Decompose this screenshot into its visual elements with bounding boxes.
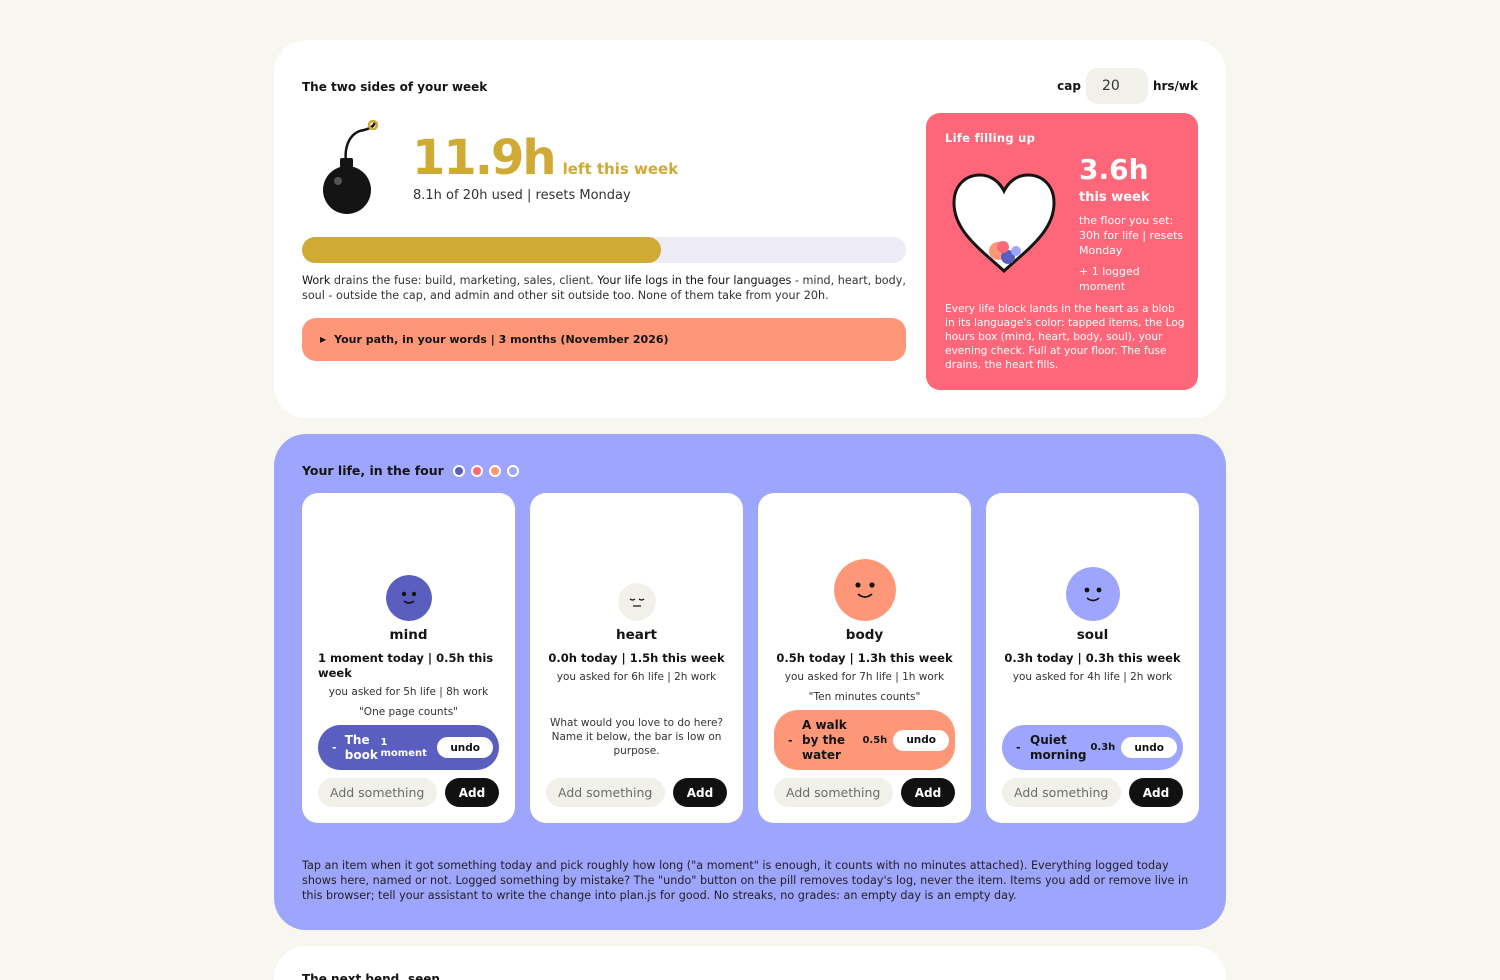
mind-asked: you asked for 5h life | 8h work	[328, 686, 489, 698]
fuse-explainer: Work drains the fuse: build, marketing, …	[302, 274, 906, 302]
explain-life: Your life logs in the four languages	[597, 274, 792, 287]
heart-add-row: Add	[546, 778, 727, 807]
life-week-label: this week	[1079, 190, 1150, 205]
heart-add-input[interactable]	[546, 778, 665, 807]
language-card-body: body 0.5h today | 1.3h this week you ask…	[758, 493, 971, 823]
caret-right-icon: ▶	[320, 335, 327, 344]
hours-left: 11.9h left this week	[412, 130, 678, 186]
explain-work: Work	[302, 274, 331, 287]
life-logged: + 1 logged moment	[1079, 265, 1140, 293]
bomb-icon	[323, 119, 379, 214]
mind-face-icon	[385, 575, 432, 621]
cap-control: cap hrs/wk	[1057, 68, 1198, 104]
mind-item-pill[interactable]: - The book 1 moment undo	[318, 725, 499, 770]
life-title: Life filling up	[945, 131, 1036, 145]
week-card: The two sides of your week cap hrs/wk 11…	[274, 40, 1226, 418]
hours-left-value: 11.9h	[412, 130, 557, 186]
mind-add-button[interactable]: Add	[445, 778, 499, 807]
mind-dot	[452, 464, 465, 477]
body-stats: 0.5h today | 1.3h this week	[776, 651, 953, 665]
language-cards: mind 1 moment today | 0.5h this week you…	[302, 493, 1199, 823]
body-quote: "Ten minutes counts"	[808, 691, 921, 703]
heart-dot	[470, 464, 483, 477]
mind-add-row: Add	[318, 778, 499, 807]
soul-asked: you asked for 4h life | 2h work	[1012, 671, 1173, 683]
heart-icon	[952, 173, 1056, 274]
body-item-pill[interactable]: - A walk by the water 0.5h undo	[774, 710, 955, 770]
heart-add-button[interactable]: Add	[673, 778, 727, 807]
mind-item-amount: 1 moment	[380, 736, 427, 759]
soul-add-row: Add	[1002, 778, 1183, 807]
body-undo-button[interactable]: undo	[893, 729, 949, 751]
life-floor: the floor you set: 30h for life | resets…	[1079, 214, 1184, 257]
minus-icon: -	[1016, 741, 1021, 754]
body-dot	[488, 464, 501, 477]
fuse-progress-fill	[302, 237, 662, 263]
soul-item-pill[interactable]: - Quiet morning 0.3h undo	[1002, 725, 1183, 770]
hours-left-label: left this week	[562, 160, 679, 178]
body-item-amount: 0.5h	[862, 734, 888, 746]
soul-name: soul	[1076, 627, 1109, 643]
soul-item-amount: 0.3h	[1090, 742, 1116, 753]
language-card-heart: heart 0.0h today | 1.5h this week you as…	[530, 493, 743, 823]
body-item-name: A walk by the water	[802, 717, 847, 762]
soul-stats: 0.3h today | 0.3h this week	[1004, 651, 1181, 665]
mind-quote: "One page counts"	[358, 706, 459, 718]
life-description: Every life block lands in the heart as a…	[945, 303, 1185, 371]
soul-item-name: Quiet morning	[1030, 732, 1087, 762]
mind-add-input[interactable]	[318, 778, 437, 807]
cap-input[interactable]	[1085, 68, 1148, 104]
mind-name: mind	[389, 627, 428, 643]
four-explainer: Tap an item when it got something today …	[302, 859, 1189, 902]
soul-face-icon	[1065, 567, 1120, 621]
path-label: Your path, in your words | 3 months (Nov…	[334, 333, 669, 346]
used-text: 8.1h of 20h used | resets Monday	[413, 188, 631, 203]
next-bend-title: The next bend, seen	[302, 972, 440, 980]
body-asked: you asked for 7h life | 1h work	[784, 671, 945, 683]
life-panel: Life filling up 3.6h this week the floor…	[926, 113, 1198, 390]
heart-name: heart	[616, 627, 657, 643]
body-add-button[interactable]: Add	[901, 778, 955, 807]
heart-asked: you asked for 6h life | 2h work	[556, 671, 717, 683]
heart-prompt: What would you love to do here? Name it …	[549, 717, 724, 757]
minus-icon: -	[332, 741, 337, 754]
body-name: body	[845, 627, 884, 643]
mind-item-name: The book	[344, 732, 378, 762]
language-dots	[452, 464, 519, 477]
four-languages-card: Your life, in the four mind 1 moment tod…	[274, 434, 1226, 930]
language-card-mind: mind 1 moment today | 0.5h this week you…	[302, 493, 515, 823]
heart-face-icon	[617, 583, 656, 621]
soul-add-input[interactable]	[1002, 778, 1121, 807]
week-title: The two sides of your week	[302, 80, 488, 94]
soul-undo-button[interactable]: undo	[1121, 737, 1177, 758]
next-bend-card: The next bend, seen	[274, 946, 1226, 980]
fuse-progress-bar	[302, 237, 906, 263]
minus-icon: -	[788, 733, 793, 747]
body-add-input[interactable]	[774, 778, 893, 807]
body-add-row: Add	[774, 778, 955, 807]
mind-undo-button[interactable]: undo	[437, 737, 494, 758]
four-title: Your life, in the four	[302, 463, 519, 478]
path-disclosure[interactable]: ▶ Your path, in your words | 3 months (N…	[302, 318, 906, 361]
life-value: 3.6h	[1079, 153, 1149, 186]
cap-label: cap	[1057, 79, 1081, 93]
body-face-icon	[833, 559, 896, 621]
language-card-soul: soul 0.3h today | 0.3h this week you ask…	[986, 493, 1199, 823]
mind-stats: 1 moment today | 0.5h this week	[318, 651, 494, 680]
heart-stats: 0.0h today | 1.5h this week	[548, 651, 725, 665]
soul-add-button[interactable]: Add	[1129, 778, 1183, 807]
cap-unit: hrs/wk	[1152, 79, 1198, 93]
soul-dot	[506, 464, 519, 477]
